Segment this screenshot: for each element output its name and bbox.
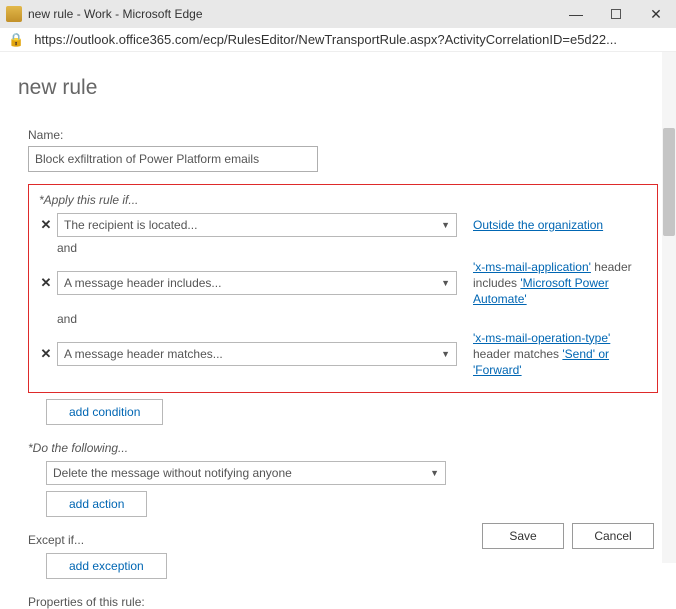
chevron-down-icon: ▼ [441, 278, 450, 288]
action-dropdown[interactable]: Delete the message without notifying any… [46, 461, 446, 485]
minimize-button[interactable]: — [556, 0, 596, 28]
add-exception-button[interactable]: add exception [46, 553, 167, 579]
dropdown-text: The recipient is located... [64, 218, 197, 232]
save-button[interactable]: Save [482, 523, 564, 549]
window-titlebar: new rule - Work - Microsoft Edge — ✕ [0, 0, 676, 28]
add-condition-button[interactable]: add condition [46, 399, 163, 425]
conditions-highlight-box: *Apply this rule if... ✕ The recipient i… [28, 184, 658, 393]
condition-value-text: 'x-ms-mail-application' header includes … [473, 259, 647, 308]
dropdown-text: Delete the message without notifying any… [53, 466, 292, 480]
cancel-button[interactable]: Cancel [572, 523, 654, 549]
properties-label: Properties of this rule: [28, 595, 658, 609]
app-favicon [6, 6, 22, 22]
rule-name-input[interactable] [28, 146, 318, 172]
dropdown-text: A message header includes... [64, 276, 221, 290]
condition-row: ✕ A message header matches... ▼ 'x-ms-ma… [39, 330, 647, 379]
name-label: Name: [28, 128, 658, 142]
condition-dropdown[interactable]: A message header includes... ▼ [57, 271, 457, 295]
lock-icon: 🔒 [8, 32, 24, 48]
dropdown-text: A message header matches... [64, 347, 223, 361]
window-title: new rule - Work - Microsoft Edge [28, 7, 556, 21]
apply-if-label: *Apply this rule if... [39, 193, 647, 207]
remove-condition-icon[interactable]: ✕ [39, 346, 53, 362]
chevron-down-icon: ▼ [441, 349, 450, 359]
do-following-label: *Do the following... [28, 441, 658, 455]
condition-value-text: 'x-ms-mail-operation-type' header matche… [473, 330, 647, 379]
url-text: https://outlook.office365.com/ecp/RulesE… [34, 32, 668, 47]
and-label: and [57, 312, 647, 326]
chevron-down-icon: ▼ [430, 468, 439, 478]
remove-condition-icon[interactable]: ✕ [39, 275, 53, 291]
condition-dropdown[interactable]: The recipient is located... ▼ [57, 213, 457, 237]
add-action-button[interactable]: add action [46, 491, 147, 517]
condition-dropdown[interactable]: A message header matches... ▼ [57, 342, 457, 366]
remove-condition-icon[interactable]: ✕ [39, 217, 53, 233]
condition-value-link[interactable]: Outside the organization [473, 218, 603, 232]
and-label: and [57, 241, 647, 255]
address-bar[interactable]: 🔒 https://outlook.office365.com/ecp/Rule… [0, 28, 676, 52]
maximize-button[interactable] [596, 0, 636, 28]
close-window-button[interactable]: ✕ [636, 0, 676, 28]
condition-row: ✕ A message header includes... ▼ 'x-ms-m… [39, 259, 647, 308]
chevron-down-icon: ▼ [441, 220, 450, 230]
condition-row: ✕ The recipient is located... ▼ Outside … [39, 213, 647, 237]
page-title: new rule [18, 76, 658, 100]
